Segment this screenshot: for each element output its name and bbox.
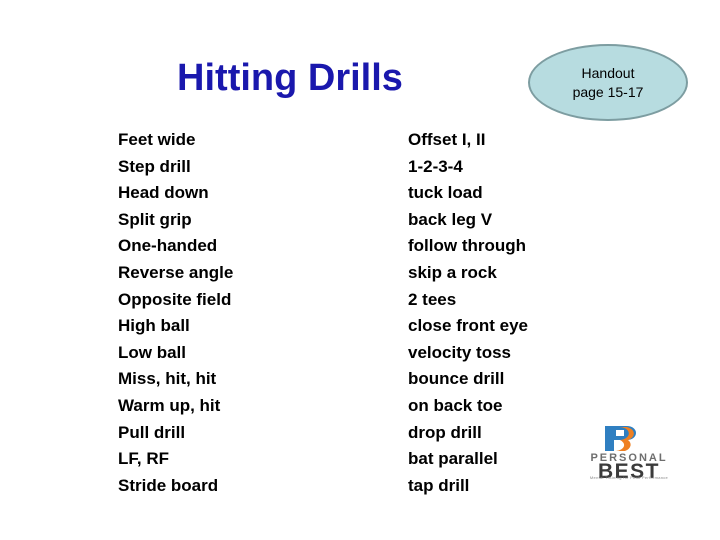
- page-title: Hitting Drills: [177, 57, 403, 99]
- list-item: Feet wide: [118, 130, 196, 149]
- list-item: bounce drill: [408, 369, 505, 389]
- list-item: LF, RF: [118, 449, 169, 469]
- list-item: One-handed: [118, 236, 218, 256]
- list-item: Head down: [118, 183, 209, 203]
- pb-monogram-icon: [601, 425, 653, 452]
- handout-page-range: page 15-17: [572, 83, 644, 100]
- list-item: Pull drill: [118, 422, 186, 442]
- list-item: Reverse angle: [118, 262, 234, 282]
- list-item: skip a rock: [408, 262, 497, 282]
- personal-best-logo: PERSONAL BEST Mental Training for Peak P…: [573, 425, 685, 483]
- list-item: Step drill: [118, 156, 191, 176]
- list-item: velocity toss: [408, 342, 511, 362]
- list-item: back leg V: [408, 209, 493, 229]
- list-item: Miss, hit, hit: [118, 369, 217, 389]
- list-item: 1-2-3-4: [408, 156, 463, 176]
- list-item: close front eye: [408, 316, 528, 336]
- list-item: tuck load: [408, 183, 483, 203]
- logo-tagline: Mental Training for Peak Performance: [589, 475, 669, 480]
- list-item: on back toe: [408, 395, 503, 415]
- list-item: Warm up, hit: [118, 395, 221, 415]
- list-item: High ball: [118, 316, 190, 336]
- list-item: Stride board: [118, 475, 219, 495]
- handout-callout: Handout page 15-17: [528, 44, 688, 121]
- list-item: 2 tees: [408, 289, 457, 309]
- list-item: follow through: [408, 236, 527, 256]
- slide-canvas: Hitting Drills Handout page 15-17 Feet w…: [0, 0, 720, 540]
- list-item: Low ball: [118, 342, 186, 362]
- handout-label: Handout: [581, 64, 635, 81]
- list-item: Opposite field: [118, 289, 232, 309]
- drill-list-left: Feet wide Step drill Head down Split gri…: [118, 127, 368, 499]
- list-item: Offset I, II: [408, 130, 486, 149]
- list-item: Split grip: [118, 209, 192, 229]
